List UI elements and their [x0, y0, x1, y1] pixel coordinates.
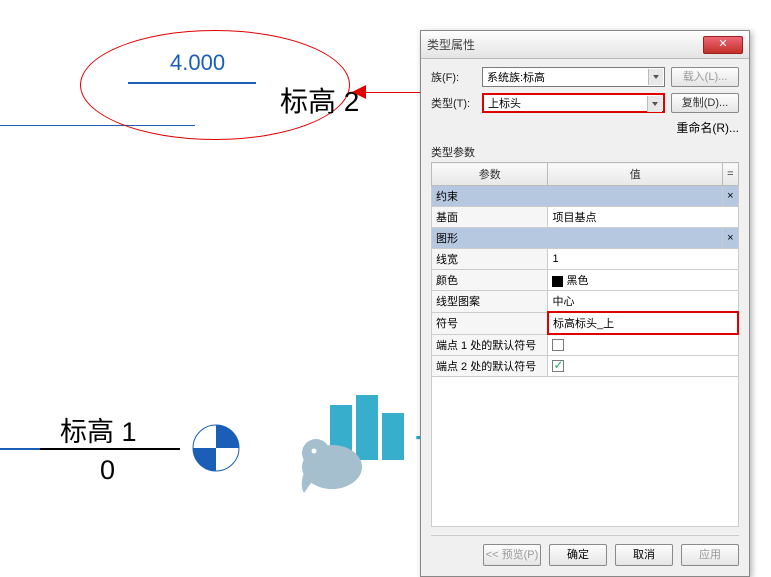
category-collapse-icon[interactable]: ×: [723, 228, 738, 249]
dialog-title: 类型属性: [427, 36, 703, 53]
rename-button[interactable]: 重命名(R)...: [676, 119, 739, 136]
table-row[interactable]: 颜色 黑色: [432, 270, 739, 291]
level-1-bubble-icon: [192, 424, 240, 472]
family-select[interactable]: 系统族:标高: [482, 67, 665, 87]
preview-button[interactable]: << 预览(P): [483, 544, 541, 566]
category-constraint[interactable]: 约束: [432, 186, 723, 207]
chevron-down-icon: [648, 69, 663, 85]
table-row[interactable]: 端点 1 处的默认符号: [432, 334, 739, 355]
param-end1: 端点 1 处的默认符号: [432, 334, 548, 355]
level-1-name: 标高 1: [60, 410, 137, 449]
type-value: 上标头: [488, 95, 521, 111]
param-end2-value[interactable]: [548, 355, 738, 376]
param-end2: 端点 2 处的默认符号: [432, 355, 548, 376]
family-value: 系统族:标高: [487, 69, 545, 85]
category-graphics[interactable]: 图形: [432, 228, 723, 249]
category-collapse-icon[interactable]: ×: [723, 186, 738, 207]
callout-arrow-head: [352, 85, 366, 99]
col-value-header[interactable]: 值: [548, 163, 723, 186]
checkbox-checked-icon[interactable]: [552, 360, 564, 372]
param-base: 基面: [432, 207, 548, 228]
param-symbol-value[interactable]: 标高标头_上: [548, 312, 738, 334]
table-row[interactable]: 端点 2 处的默认符号: [432, 355, 739, 376]
type-label: 类型(T):: [431, 95, 476, 111]
checkbox-unchecked-icon[interactable]: [552, 339, 564, 351]
param-lineweight: 线宽: [432, 249, 548, 270]
col-equals-header[interactable]: =: [723, 163, 738, 186]
close-button[interactable]: ✕: [703, 36, 743, 54]
params-table: 参数 值 = 约束 × 基面 项目基点 图形 × 线宽 1 颜色: [431, 162, 739, 527]
dialog-titlebar[interactable]: 类型属性 ✕: [421, 31, 749, 59]
table-row[interactable]: 基面 项目基点: [432, 207, 739, 228]
param-color: 颜色: [432, 270, 548, 291]
table-row[interactable]: 符号 标高标头_上: [432, 312, 739, 334]
cancel-button[interactable]: 取消: [615, 544, 673, 566]
level-1-baseline: [0, 448, 40, 450]
type-params-label: 类型参数: [431, 144, 739, 160]
level-1-value: 0: [100, 455, 115, 486]
param-base-value[interactable]: 项目基点: [548, 207, 738, 228]
load-button[interactable]: 载入(L)...: [671, 67, 739, 87]
chevron-down-icon: [647, 96, 662, 112]
table-empty-space: [432, 376, 739, 526]
table-row[interactable]: 线宽 1: [432, 249, 739, 270]
family-label: 族(F):: [431, 69, 476, 85]
param-end1-value[interactable]: [548, 334, 738, 355]
col-param-header[interactable]: 参数: [432, 163, 548, 186]
color-swatch-icon: [552, 276, 563, 287]
type-properties-dialog: 类型属性 ✕ 族(F): 系统族:标高 载入(L)... 类型(T): 上标头 …: [420, 30, 750, 577]
param-pattern-value[interactable]: 中心: [548, 291, 738, 313]
apply-button[interactable]: 应用: [681, 544, 739, 566]
param-lineweight-value[interactable]: 1: [548, 249, 738, 270]
duplicate-button[interactable]: 复制(D)...: [671, 93, 739, 113]
level-2-label: 标高 2: [280, 80, 359, 120]
ok-button[interactable]: 确定: [549, 544, 607, 566]
param-color-value[interactable]: 黑色: [548, 270, 738, 291]
level-1-divider: [40, 448, 180, 450]
table-row[interactable]: 线型图案 中心: [432, 291, 739, 313]
type-select[interactable]: 上标头: [482, 93, 665, 113]
watermark-logo-icon: [300, 395, 410, 495]
param-pattern: 线型图案: [432, 291, 548, 313]
param-symbol: 符号: [432, 312, 548, 334]
